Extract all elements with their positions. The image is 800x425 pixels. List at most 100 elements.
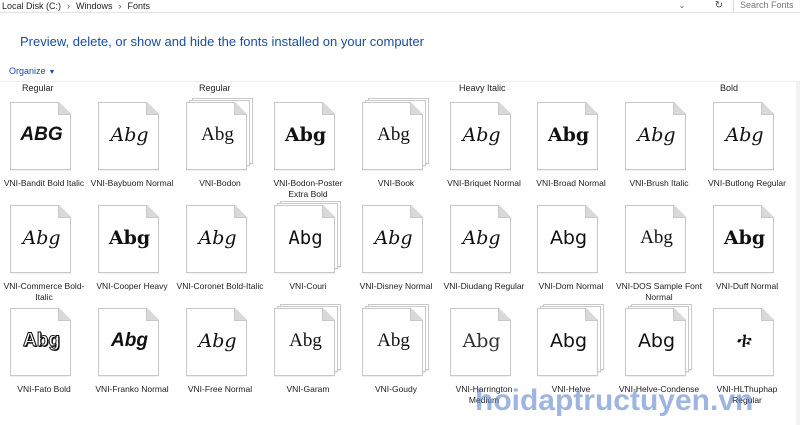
font-sample-text: Abg: [462, 124, 501, 146]
font-name-label: VNI-Franko Normal: [95, 384, 169, 394]
font-name-label: VNI-Book: [377, 178, 415, 188]
chevron-right-icon[interactable]: ›: [67, 1, 70, 12]
font-preview-icon: Abg: [450, 308, 517, 378]
breadcrumb-local-disk[interactable]: Local Disk (C:): [2, 1, 61, 12]
font-page: Abg: [625, 205, 686, 273]
organize-label: Organize: [9, 66, 46, 76]
font-name-label: VNI-Dom Normal: [538, 281, 604, 291]
font-page: Abg: [450, 308, 511, 376]
font-sample-text: Abg: [374, 227, 413, 249]
font-preview-icon: Abg: [713, 205, 780, 275]
font-item[interactable]: Abg VNI-Diudang Regular: [440, 205, 528, 305]
font-sample-text: Abg: [462, 330, 501, 352]
organize-menu-button[interactable]: Organize ▼: [9, 66, 55, 76]
font-item[interactable]: Abg VNI-Free Normal: [176, 308, 264, 408]
font-preview-icon: Abg: [98, 308, 165, 378]
font-page: Abg: [186, 205, 247, 273]
font-sample-text: Abg: [547, 124, 590, 146]
font-item[interactable]: Abg VNI-Fato Bold: [0, 308, 88, 408]
font-sample-text: Abg: [110, 124, 149, 146]
row-label-heavy-italic: Heavy Italic: [459, 83, 506, 93]
font-item[interactable]: Abg VNI-Disney Normal: [352, 205, 440, 305]
font-page: Abg: [625, 102, 686, 170]
font-page: Abg: [10, 205, 71, 273]
refresh-icon[interactable]: ↻: [713, 0, 725, 12]
font-name-label: VNI-Butlong Regular: [708, 178, 786, 188]
font-preview-icon: Abg: [450, 205, 517, 275]
font-sample-text: Abg: [198, 227, 237, 249]
font-preview-icon: Abg: [186, 98, 253, 172]
font-name-label: VNI-Briquet Normal: [447, 178, 521, 188]
font-sample-text: Abg: [637, 124, 676, 146]
font-page: Abg: [362, 102, 423, 170]
chevron-right-icon[interactable]: ›: [119, 1, 122, 12]
font-sample-text: Abg: [640, 227, 673, 248]
font-page: Abg: [450, 102, 511, 170]
font-preview-icon: Abg: [362, 98, 429, 172]
font-page: Abg: [450, 205, 511, 273]
font-item[interactable]: Abg VNI-Duff Normal: [703, 205, 791, 305]
font-sample-text: Abg: [549, 330, 588, 352]
font-page: ቱ: [713, 308, 774, 376]
command-bar: Organize ▼: [0, 64, 800, 82]
font-preview-icon: Abg: [274, 304, 341, 378]
breadcrumb-fonts[interactable]: Fonts: [128, 1, 151, 12]
font-sample-text: ABG: [20, 124, 63, 145]
font-item[interactable]: Abg VNI-Franko Normal: [88, 308, 176, 408]
font-item[interactable]: Abg VNI-DOS Sample Font Normal: [615, 205, 703, 305]
vertical-scrollbar[interactable]: [796, 82, 800, 425]
font-item[interactable]: Abg VNI-Goudy: [352, 304, 440, 408]
font-item[interactable]: Abg VNI-Commerce Bold-Italic: [0, 205, 88, 305]
font-page: Abg: [274, 102, 335, 170]
address-history-dropdown-icon[interactable]: ⌄: [676, 0, 688, 12]
font-item[interactable]: Abg VNI-Cooper Heavy: [88, 205, 176, 305]
font-preview-icon: Abg: [625, 102, 692, 172]
font-name-label: VNI-Broad Normal: [536, 178, 606, 188]
font-item[interactable]: Abg VNI-Briquet Normal: [440, 102, 528, 202]
font-item[interactable]: Abg VNI-Baybuom Normal: [88, 102, 176, 202]
row-label-bold: Bold: [720, 83, 739, 93]
font-preview-icon: Abg: [274, 201, 341, 275]
font-item[interactable]: Abg VNI-Book: [352, 98, 440, 202]
font-preview-icon: Abg: [98, 205, 165, 275]
font-sample-text: Abg: [284, 124, 327, 146]
font-sample-text: Abg: [377, 330, 410, 351]
font-sample-text: Abg: [201, 124, 234, 145]
font-item[interactable]: Abg VNI-Dom Normal: [527, 205, 615, 305]
font-page: Abg: [713, 102, 774, 170]
font-name-label: VNI-Diudang Regular: [443, 281, 525, 291]
font-item[interactable]: Abg VNI-Coronet Bold-Italic: [176, 205, 264, 305]
address-bar[interactable]: Local Disk (C:) › Windows › Fonts ⌄ ↻ Se…: [0, 0, 800, 13]
font-item[interactable]: Abg VNI-Bodon: [176, 98, 264, 202]
font-item[interactable]: Abg VNI-Brush Italic: [615, 102, 703, 202]
font-sample-text: Abg: [377, 124, 410, 145]
font-sample-text: Abg: [111, 330, 148, 351]
breadcrumb-windows[interactable]: Windows: [76, 1, 113, 12]
font-page: Abg: [274, 308, 335, 376]
font-preview-icon: Abg: [274, 102, 341, 172]
font-sample-text: Abg: [289, 330, 322, 351]
font-preview-icon: Abg: [186, 205, 253, 275]
font-sample-text: Abg: [637, 330, 676, 352]
font-page: Abg: [98, 205, 159, 273]
font-item[interactable]: Abg VNI-Broad Normal: [527, 102, 615, 202]
font-sample-text: Abg: [198, 330, 237, 352]
font-item[interactable]: Abg VNI-Bodon-Poster Extra Bold: [264, 102, 352, 202]
font-preview-icon: Abg: [537, 102, 604, 172]
font-name-label: VNI-Goudy: [374, 384, 418, 394]
font-item[interactable]: ABG VNI-Bandit Bold Italic: [0, 102, 88, 202]
font-name-label: VNI-Bodon: [199, 178, 241, 188]
font-item[interactable]: Abg VNI-Couri: [264, 201, 352, 305]
font-page: Abg: [10, 308, 71, 376]
row-label-regular-2: Regular: [199, 83, 231, 93]
row-label-regular-1: Regular: [22, 83, 54, 93]
font-page: ABG: [10, 102, 71, 170]
font-sample-text: Abg: [23, 330, 61, 352]
search-input[interactable]: Search Fonts: [733, 0, 800, 12]
font-sample-text: Abg: [723, 227, 766, 249]
font-page: Abg: [537, 102, 598, 170]
font-preview-icon: Abg: [450, 102, 517, 172]
font-preview-icon: Abg: [10, 308, 77, 378]
font-item[interactable]: Abg VNI-Garam: [264, 304, 352, 408]
font-item[interactable]: Abg VNI-Butlong Regular: [703, 102, 791, 202]
